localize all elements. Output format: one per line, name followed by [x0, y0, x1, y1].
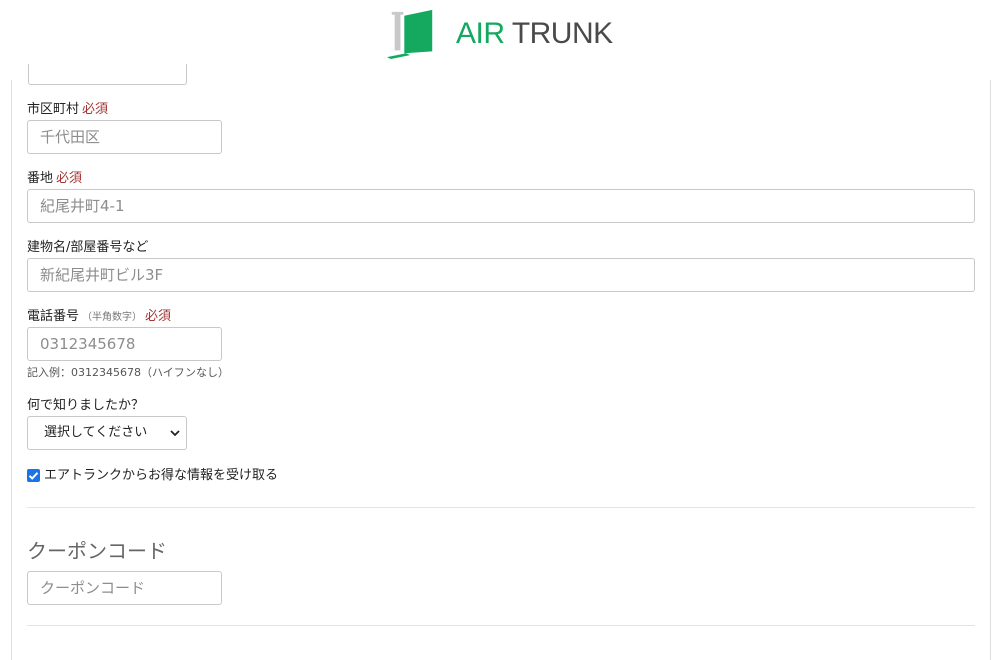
building-input[interactable]: 新紀尾井町ビル3F: [27, 258, 975, 292]
coupon-placeholder: クーポンコード: [40, 579, 146, 597]
city-input[interactable]: 千代田区: [27, 120, 222, 154]
city-label: 市区町村 必須: [27, 102, 108, 118]
coupon-input[interactable]: クーポンコード: [27, 571, 222, 605]
brand-name: AIR TRUNK: [456, 14, 613, 54]
building-placeholder: 新紀尾井町ビル3F: [40, 266, 164, 284]
building-label: 建物名/部屋番号など: [27, 240, 148, 256]
phone-placeholder: 0312345678: [40, 335, 136, 353]
coupon-heading: クーポンコード: [27, 539, 167, 563]
check-icon: [28, 472, 39, 480]
section-divider: [27, 507, 975, 508]
required-badge: 必須: [56, 171, 83, 186]
referral-selected: 選択してください: [44, 425, 148, 440]
required-badge: 必須: [82, 102, 109, 117]
phone-helper: 記入例：0312345678（ハイフンなし）: [27, 366, 229, 379]
section-divider: [27, 625, 975, 626]
prefecture-select-partial[interactable]: [28, 64, 187, 85]
street-label: 番地 必須: [27, 171, 82, 187]
street-input[interactable]: 紀尾井町4-1: [27, 189, 975, 223]
referral-label: 何で知りましたか？: [27, 398, 144, 414]
brand-air: AIR: [456, 17, 505, 50]
newsletter-checkbox[interactable]: [27, 469, 40, 482]
door-logo-icon: [386, 9, 433, 60]
street-label-text: 番地: [27, 171, 54, 186]
city-placeholder: 千代田区: [40, 128, 101, 146]
newsletter-label[interactable]: エアトランクからお得な情報を受け取る: [44, 468, 278, 484]
city-label-text: 市区町村: [27, 102, 80, 117]
building-label-text: 建物名/部屋番号など: [27, 240, 149, 255]
chevron-down-icon: [170, 430, 180, 437]
referral-select[interactable]: 選択してください: [27, 416, 187, 450]
required-badge: 必須: [145, 309, 172, 324]
phone-label-text: 電話番号: [27, 309, 80, 324]
phone-label: 電話番号 （半角数字） 必須: [27, 309, 171, 326]
phone-input[interactable]: 0312345678: [27, 327, 222, 361]
phone-note: （半角数字）: [82, 312, 143, 323]
street-placeholder: 紀尾井町4-1: [40, 197, 125, 215]
referral-label-text: 何で知りましたか？: [27, 398, 145, 413]
brand-trunk: TRUNK: [511, 17, 613, 50]
